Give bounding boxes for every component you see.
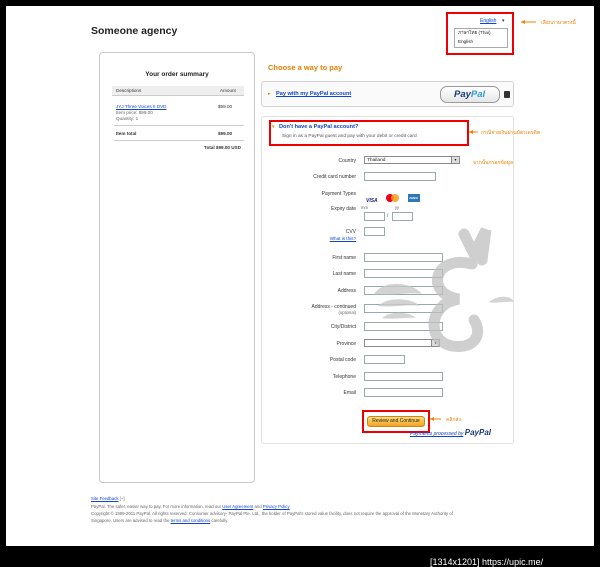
postal-label: Postal code (329, 357, 356, 363)
email-label: Email (343, 390, 356, 396)
first-name-input[interactable] (364, 253, 443, 262)
telephone-input[interactable] (364, 372, 443, 381)
item-amount: $99.00 (218, 104, 233, 109)
chevron-down-icon[interactable]: ▾ (431, 340, 439, 346)
item-name[interactable]: JYJ Three Voices II DVD (116, 104, 166, 109)
upload-watermark: [1314x1201] https://upic.me/ (430, 557, 544, 567)
user-agreement-link[interactable]: User Agreement (222, 504, 253, 509)
footer-line-2: Copyright © 1999-2011 PayPal. All rights… (91, 511, 453, 516)
country-select[interactable]: Thailand ▾ (364, 156, 460, 164)
chevron-down-icon[interactable]: ▾ (502, 18, 505, 24)
province-select[interactable]: ▾ (364, 339, 440, 347)
guest-annotation: กรณีจ่ายเงินผ่านบัตรเครดิต (481, 130, 541, 136)
cvv-label: CVV (345, 229, 356, 235)
footer-line-1: PayPal. The safer, easier way to pay. Fo… (91, 504, 290, 509)
language-option-thai[interactable]: ภาษาไทย (Thai) (455, 29, 507, 38)
privacy-policy-link[interactable]: Privacy Policy (263, 504, 290, 509)
expiry-year-input[interactable] (392, 212, 413, 221)
first-name-label: First name (332, 255, 356, 261)
arrow-icon (469, 129, 479, 137)
terms-link[interactable]: terms and conditions (171, 518, 211, 523)
address2-optional: (optional) (338, 310, 356, 315)
address-input[interactable] (364, 286, 443, 295)
divider (114, 125, 244, 126)
col-descriptions: Descriptions (116, 88, 142, 93)
city-label: City/District (330, 324, 356, 330)
fill-form-annotation: จากนั้นกรอกข้อมูล (473, 160, 514, 166)
address-label: Address (337, 288, 356, 294)
triangle-down-icon: ▾ (272, 124, 275, 130)
item-total-label: Item total (116, 131, 137, 136)
site-feedback[interactable]: Site Feedback [+] (91, 496, 125, 501)
card-number-label: Credit card number (313, 174, 356, 180)
item-quantity: Quantity: 1 (116, 116, 139, 121)
item-price: Item price: $99.00 (116, 110, 153, 115)
last-name-label: Last name (332, 271, 356, 277)
expiry-separator: / (387, 213, 389, 218)
country-label: Country (338, 158, 356, 164)
col-amount: Amount (220, 88, 236, 93)
language-option-english[interactable]: English (455, 38, 507, 45)
card-number-input[interactable] (364, 172, 436, 181)
pay-with-paypal-link[interactable]: Pay with my PayPal account (276, 91, 351, 97)
merchant-name: Someone agency (91, 25, 178, 37)
summary-header-row: Descriptions Amount (112, 86, 244, 96)
expiry-yy-hint: yy (394, 205, 399, 210)
language-select[interactable]: English (480, 18, 496, 24)
payments-processed[interactable]: Payments processed by PayPal (410, 428, 491, 437)
order-summary-panel: Your order summary Descriptions Amount J… (99, 52, 255, 483)
payment-types-label: Payment Types (321, 191, 356, 197)
arrow-icon (521, 19, 539, 27)
arrow-icon (430, 416, 442, 424)
footer-line-3: Singapore. Users are advised to read the… (91, 518, 229, 523)
cvv-input[interactable] (364, 227, 385, 236)
guest-description: Sign in as a PayPal guest and pay with y… (282, 134, 417, 139)
language-dropdown: ภาษาไทย (Thai) English (454, 28, 508, 48)
choose-heading: Choose a way to pay (268, 63, 343, 72)
mastercard-icon (385, 193, 400, 202)
postal-input[interactable] (364, 355, 405, 364)
visa-icon: VISA (366, 198, 378, 204)
page-frame: Someone agency English ▾ ภาษาไทย (Thai) … (6, 6, 594, 546)
email-input[interactable] (364, 388, 443, 397)
address2-input[interactable] (364, 304, 443, 313)
divider (114, 140, 244, 141)
triangle-right-icon: ▸ (268, 91, 271, 97)
paypal-account-row[interactable]: ▸ Pay with my PayPal account PayPal (261, 81, 514, 107)
telephone-label: Telephone (332, 374, 356, 380)
language-annotation: เลือกภาษาตรงนี้ (541, 20, 576, 26)
cvv-help-link[interactable]: What is this? (322, 236, 356, 241)
expiry-month-input[interactable] (364, 212, 385, 221)
city-input[interactable] (364, 322, 443, 331)
item-total-amount: $99.00 (218, 131, 233, 136)
order-summary-title: Your order summary (145, 71, 209, 78)
chevron-down-icon[interactable]: ▾ (451, 157, 459, 163)
province-label: Province (336, 341, 356, 347)
last-name-input[interactable] (364, 269, 443, 278)
review-continue-button[interactable]: Review and Continue (367, 416, 425, 427)
guest-title[interactable]: Don't have a PayPal account? (279, 124, 358, 130)
lock-icon (504, 91, 510, 98)
grand-total: Total $99.00 USD (204, 145, 241, 150)
amex-icon: AMEX (407, 193, 420, 202)
paypal-logo: PayPal (440, 86, 500, 103)
paypal-logo-small: PayPal (464, 428, 491, 437)
review-annotation: คลิกส่ง (446, 417, 461, 423)
